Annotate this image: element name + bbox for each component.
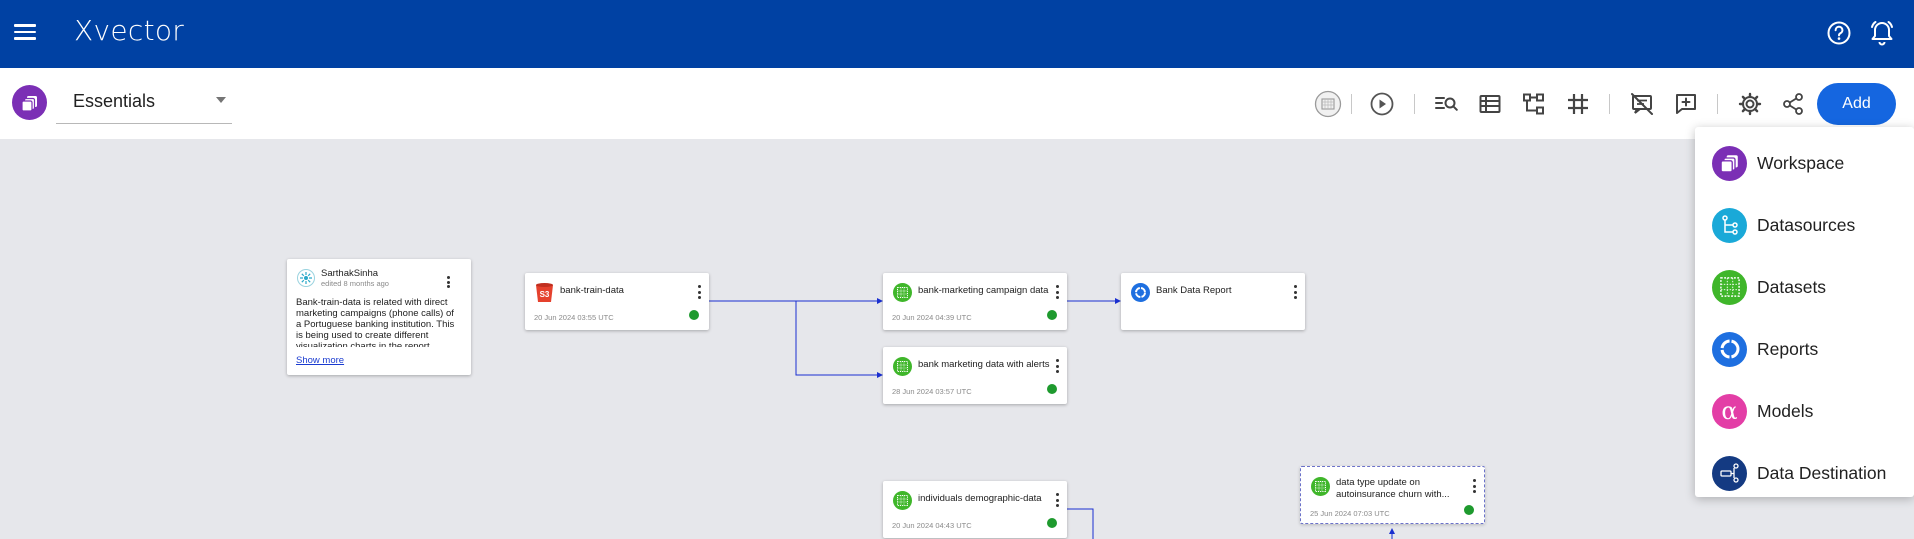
add-menu-label: Reports [1757,338,1819,359]
node-title: bank-train-data [560,285,624,296]
node-title: individuals demographic-data [918,493,1042,504]
node-data-type-update-autoinsurance[interactable]: data type update on autoinsurance churn … [1300,466,1485,524]
run-icon[interactable] [1368,90,1396,118]
dataset-icon [893,491,912,510]
workspace-select-value: Essentials [73,91,156,111]
node-title: data type update on autoinsurance churn … [1336,477,1450,500]
table-view-icon[interactable] [1476,90,1504,118]
node-more-icon[interactable] [1472,479,1476,493]
toolbar-divider [1414,94,1415,114]
help-icon[interactable] [1826,20,1852,46]
comment-more-icon[interactable] [447,276,451,288]
add-button[interactable]: Add [1817,83,1896,125]
add-menu-item-reports[interactable]: Reports [1695,318,1914,380]
chevron-down-icon [216,97,226,103]
comment-card[interactable]: SarthakSinha edited 8 months ago Bank-tr… [287,259,471,375]
lineage-canvas[interactable]: SarthakSinha edited 8 months ago Bank-tr… [0,139,1914,539]
add-menu-label: Workspace [1757,152,1845,173]
node-date: 20 Jun 2024 03:55 UTC [534,313,614,322]
hamburger-menu-icon[interactable] [12,20,38,46]
dataset-icon [1712,269,1747,305]
node-more-icon[interactable] [1293,285,1297,299]
workspace-icon [1712,145,1747,181]
datasource-icon [1712,207,1747,243]
toolbar-divider [1717,94,1718,114]
add-menu-item-data-destination[interactable]: Data Destination [1695,442,1914,504]
node-title: bank marketing data with alerts [918,359,1050,370]
node-date: 28 Jun 2024 03:57 UTC [892,387,972,396]
report-icon [1131,283,1150,302]
dataset-icon [893,283,912,302]
comment-text: Bank-train-data is related with direct m… [296,297,455,347]
s3-bucket-icon: S3 [535,283,554,302]
node-date: 20 Jun 2024 04:39 UTC [892,313,972,322]
toolbar-divider [1351,94,1352,114]
model-icon: α [1712,393,1747,429]
comment-edited-time: edited 8 months ago [321,279,389,288]
workspace-icon [12,85,47,120]
node-more-icon[interactable] [1055,285,1059,299]
show-more-link[interactable]: Show more [296,355,344,366]
node-title: bank-marketing campaign data [918,285,1049,296]
add-menu-label: Data Destination [1757,462,1887,483]
dataset-icon [893,357,912,376]
hide-comments-icon[interactable] [1628,90,1656,118]
status-ok-icon [1464,505,1474,515]
dataset-icon [1311,477,1330,496]
share-icon[interactable] [1779,90,1807,118]
node-date: 25 Jun 2024 07:03 UTC [1310,509,1390,518]
add-menu-label: Models [1757,400,1814,421]
workspace-select[interactable]: Essentials [56,80,232,124]
node-bank-marketing-campaign-data[interactable]: bank-marketing campaign data 20 Jun 2024… [883,273,1067,330]
notification-bell-icon[interactable] [1869,19,1895,47]
add-menu-item-datasets[interactable]: Datasets [1695,256,1914,318]
add-menu-label: Datasources [1757,214,1856,235]
node-bank-marketing-data-with-alerts[interactable]: bank marketing data with alerts 28 Jun 2… [883,347,1067,404]
node-bank-train-data[interactable]: S3 bank-train-data 20 Jun 2024 03:55 UTC [525,273,709,330]
node-more-icon[interactable] [697,285,701,299]
status-ok-icon [1047,518,1057,528]
search-list-icon[interactable] [1432,90,1460,118]
node-bank-data-report[interactable]: Bank Data Report [1121,273,1305,330]
data-destination-icon [1712,455,1747,491]
svg-text:S3: S3 [540,290,550,299]
comment-author: SarthakSinha [321,268,379,279]
grid-icon[interactable] [1564,90,1592,118]
avatar-icon [297,269,315,287]
canvas-view-icon[interactable] [1314,90,1342,118]
add-menu-item-models[interactable]: α Models [1695,380,1914,442]
add-menu: Workspace Datasources Datasets Reports α… [1695,127,1914,497]
add-menu-item-datasources[interactable]: Datasources [1695,194,1914,256]
toolbar-divider [1609,94,1610,114]
top-app-bar: Xvector [0,0,1914,68]
node-date: 20 Jun 2024 04:43 UTC [892,521,972,530]
status-ok-icon [1047,384,1057,394]
add-menu-label: Datasets [1757,276,1827,297]
lineage-tree-icon[interactable] [1520,90,1548,118]
add-comment-icon[interactable] [1672,90,1700,118]
status-ok-icon [689,310,699,320]
node-more-icon[interactable] [1055,359,1059,373]
node-individuals-demographic-data[interactable]: individuals demographic-data 20 Jun 2024… [883,481,1067,538]
add-menu-item-workspace[interactable]: Workspace [1695,132,1914,194]
node-more-icon[interactable] [1055,493,1059,507]
app-logo[interactable]: Xvector [74,14,184,47]
report-icon [1712,331,1747,367]
settings-gear-icon[interactable] [1736,90,1764,118]
node-title: Bank Data Report [1156,285,1232,296]
workspace-toolbar: Essentials Add [0,68,1914,139]
status-ok-icon [1047,310,1057,320]
